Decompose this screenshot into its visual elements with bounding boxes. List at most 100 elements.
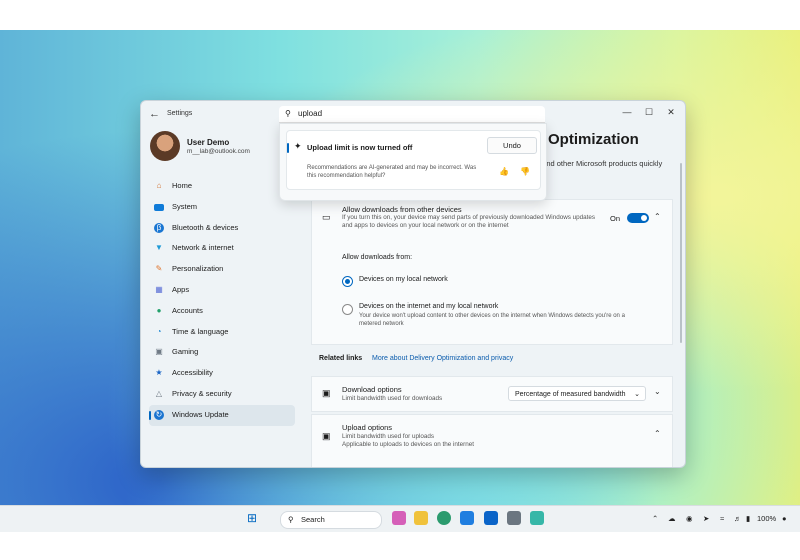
radio-internet-and-local[interactable]	[342, 304, 353, 315]
sidebar-item-privacy-security[interactable]: △ Privacy & security	[149, 384, 295, 405]
page-subtitle: , and other Microsoft products quickly	[538, 159, 663, 168]
sidebar-nav: ⌂ Home System β Bluetooth & devices ▼ Netwo…	[149, 176, 295, 426]
radio-internet-desc1: Your device won't upload content to othe…	[359, 313, 625, 319]
radio-local-network[interactable]	[342, 276, 353, 287]
sidebar-item-personalization[interactable]: ✎ Personalization	[149, 259, 295, 280]
sidebar-item-label: System	[172, 201, 198, 211]
notice-disclaimer-line2: this recommendation helpful?	[307, 173, 386, 179]
send-icon[interactable]: ➤	[703, 514, 709, 523]
avatar[interactable]	[150, 131, 180, 161]
thumbs-up-icon[interactable]: 👍	[499, 167, 509, 176]
settings-icon[interactable]	[507, 511, 521, 525]
apps-icon: ▦	[155, 284, 163, 294]
taskbar: ⊞ ⚲ Search ⌃ ☁ ◉ ➤ ≈ ♬ ▮ 100% ●	[0, 505, 800, 532]
sidebar-item-bluetooth[interactable]: β Bluetooth & devices	[149, 218, 295, 239]
maximize-button[interactable]: ☐	[639, 104, 659, 120]
radio-internet-desc2: metered network	[359, 321, 404, 327]
sidebar-item-label: Privacy & security	[172, 388, 232, 398]
notice-disclaimer-line1: Recommendations are AI-generated and may…	[307, 165, 477, 171]
radio-internet-label: Devices on the internet and my local net…	[359, 303, 499, 310]
store-icon[interactable]	[460, 511, 474, 525]
radio-local-network-label: Devices on my local network	[359, 276, 448, 283]
sidebar-item-network[interactable]: ▼ Network & internet	[149, 238, 295, 259]
sidebar-item-label: Network & internet	[172, 243, 234, 253]
wifi-icon: ▼	[155, 243, 163, 253]
battery-icon[interactable]: ▮	[746, 514, 750, 523]
copilot-icon[interactable]	[392, 511, 406, 525]
brush-icon: ✎	[155, 264, 163, 274]
bandwidth-dropdown[interactable]: Percentage of measured bandwidth ⌄	[508, 386, 646, 401]
upload-icon: ▣	[322, 431, 331, 441]
download-options-title: Download options	[342, 385, 402, 394]
notice-accent-bar	[287, 143, 289, 153]
allow-downloads-toggle[interactable]	[627, 213, 649, 223]
accessibility-icon: ★	[155, 368, 163, 378]
sidebar-item-time-language[interactable]: ◔ Time & language	[149, 322, 295, 343]
update-icon: ↻	[154, 409, 164, 420]
notice-title: Upload limit is now turned off	[307, 143, 413, 152]
upload-options-title: Upload options	[342, 423, 393, 432]
sidebar-item-accounts[interactable]: ● Accounts	[149, 301, 295, 322]
file-explorer-icon[interactable]	[414, 511, 428, 525]
volume-icon[interactable]: ♬	[734, 514, 742, 523]
chevron-up-icon[interactable]: ⌃	[652, 514, 658, 523]
upload-options-desc1: Limit bandwidth used for uploads	[342, 433, 435, 440]
notification-icon[interactable]: ●	[782, 514, 787, 523]
allow-downloads-card[interactable]: ▭ Allow downloads from other devices If …	[311, 199, 673, 239]
page-title: Optimization	[548, 131, 639, 148]
profile-email: m__lab@outlook.com	[187, 148, 250, 155]
allow-downloads-title: Allow downloads from other devices	[342, 205, 462, 214]
sidebar-item-accessibility[interactable]: ★ Accessibility	[149, 363, 295, 384]
sidebar-item-apps[interactable]: ▦ Apps	[149, 280, 295, 301]
sidebar-item-system[interactable]: System	[149, 197, 295, 218]
sidebar-item-label: Windows Update	[172, 409, 229, 419]
sidebar-item-windows-update[interactable]: ↻ Windows Update	[149, 404, 295, 426]
allow-downloads-desc2: and apps to devices on your local networ…	[342, 222, 509, 229]
wifi-icon[interactable]: ≈	[720, 514, 724, 523]
taskbar-search-label: Search	[301, 515, 325, 524]
person-icon: ●	[156, 305, 162, 315]
allow-from-card: Allow downloads from: Devices on my loca…	[311, 238, 673, 345]
outlook-icon[interactable]	[484, 511, 498, 525]
undo-button[interactable]: Undo	[487, 137, 537, 154]
sidebar-item-gaming[interactable]: ▣ Gaming	[149, 342, 295, 363]
back-arrow-icon[interactable]: ←	[149, 108, 160, 120]
search-results-flyout: ✦ Upload limit is now turned off Undo Re…	[279, 123, 547, 201]
sidebar-item-home[interactable]: ⌂ Home	[149, 176, 295, 197]
search-icon: ⚲	[285, 109, 291, 118]
search-icon: ⚲	[288, 515, 294, 524]
sidebar-item-label: Personalization	[172, 264, 224, 274]
upload-options-card[interactable]: ▣ Upload options Limit bandwidth used fo…	[311, 414, 673, 467]
globe-icon: ◔	[156, 326, 162, 336]
download-options-desc: Limit bandwidth used for downloads	[342, 395, 443, 402]
app-icon[interactable]	[530, 511, 544, 525]
chevron-up-icon[interactable]: ⌃	[654, 212, 661, 221]
delivery-optimization-privacy-link[interactable]: More about Delivery Optimization and pri…	[372, 355, 513, 362]
chevron-up-icon[interactable]: ⌃	[654, 429, 661, 438]
security-icon[interactable]: ◉	[686, 514, 693, 523]
sidebar-item-label: Apps	[172, 284, 190, 294]
sidebar-item-label: Accounts	[172, 305, 203, 315]
taskbar-search[interactable]: ⚲ Search	[280, 511, 382, 529]
sidebar-item-label: Accessibility	[172, 368, 213, 378]
chevron-down-icon: ⌄	[634, 391, 640, 398]
chevron-down-icon[interactable]: ⌄	[654, 387, 661, 396]
start-icon[interactable]: ⊞	[245, 511, 259, 525]
thumbs-down-icon[interactable]: 👎	[520, 167, 530, 176]
home-icon: ⌂	[156, 181, 162, 190]
minimize-button[interactable]: —	[617, 104, 637, 120]
system-icon	[154, 203, 164, 211]
gamepad-icon: ▣	[155, 347, 163, 357]
recommendation-notice: ✦ Upload limit is now turned off Undo Re…	[286, 130, 541, 190]
allow-from-heading: Allow downloads from:	[342, 254, 413, 261]
profile-name: User Demo	[187, 138, 230, 147]
close-button[interactable]: ✕	[661, 104, 681, 120]
cloud-icon[interactable]: ☁	[668, 514, 676, 523]
scrollbar[interactable]	[680, 163, 682, 343]
search-input[interactable]: ⚲ upload	[279, 106, 545, 123]
sparkle-icon: ✦	[294, 141, 302, 151]
sidebar-item-label: Gaming	[172, 347, 199, 357]
edge-icon[interactable]	[437, 511, 451, 525]
bluetooth-icon: β	[154, 222, 164, 233]
sidebar-item-label: Bluetooth & devices	[172, 222, 239, 232]
